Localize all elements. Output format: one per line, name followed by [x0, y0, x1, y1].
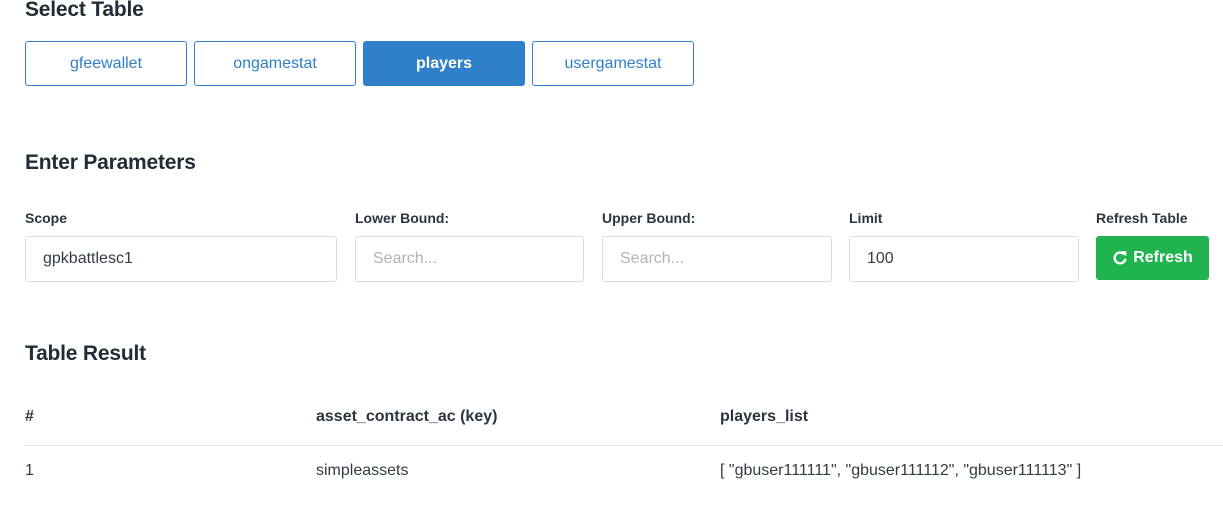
refresh-button[interactable]: Refresh: [1096, 236, 1209, 280]
table-tab-ongamestat[interactable]: ongamestat: [194, 41, 356, 86]
limit-field-group: Limit: [849, 210, 1079, 282]
table-selector: gfeewallet ongamestat players usergamest…: [25, 41, 694, 86]
table-row: 1 simpleassets [ "gbuser111111", "gbuser…: [25, 446, 1223, 497]
table-result-title: Table Result: [25, 342, 146, 365]
select-table-title: Select Table: [25, 0, 144, 21]
upper-bound-field-group: Upper Bound:: [602, 210, 832, 282]
upper-bound-input[interactable]: [602, 236, 832, 282]
scope-label: Scope: [25, 210, 68, 226]
upper-bound-label: Upper Bound:: [602, 210, 696, 226]
scope-input[interactable]: [25, 236, 337, 282]
refresh-icon: [1112, 250, 1128, 266]
refresh-button-label: Refresh: [1133, 249, 1193, 266]
column-header-asset-contract: asset_contract_ac (key): [316, 388, 720, 446]
refresh-field-group: Refresh Table Refresh: [1096, 210, 1209, 280]
lower-bound-input[interactable]: [355, 236, 584, 282]
lower-bound-field-group: Lower Bound:: [355, 210, 584, 282]
table-tab-players[interactable]: players: [363, 41, 525, 86]
table-tab-gfeewallet[interactable]: gfeewallet: [25, 41, 187, 86]
cell-asset-contract: simpleassets: [316, 462, 409, 479]
refresh-table-label: Refresh Table: [1096, 210, 1188, 226]
result-table: # asset_contract_ac (key) players_list 1…: [25, 388, 1223, 496]
enter-parameters-title: Enter Parameters: [25, 151, 196, 174]
scope-field-group: Scope: [25, 210, 337, 282]
table-tab-usergamestat[interactable]: usergamestat: [532, 41, 694, 86]
limit-input[interactable]: [849, 236, 1079, 282]
limit-label: Limit: [849, 210, 883, 226]
cell-index: 1: [25, 462, 34, 479]
lower-bound-label: Lower Bound:: [355, 210, 450, 226]
column-header-index: #: [25, 388, 316, 446]
column-header-players-list: players_list: [720, 388, 1223, 446]
cell-players-list: [ "gbuser111111", "gbuser111112", "gbuse…: [720, 462, 1082, 479]
table-header-row: # asset_contract_ac (key) players_list: [25, 388, 1223, 446]
